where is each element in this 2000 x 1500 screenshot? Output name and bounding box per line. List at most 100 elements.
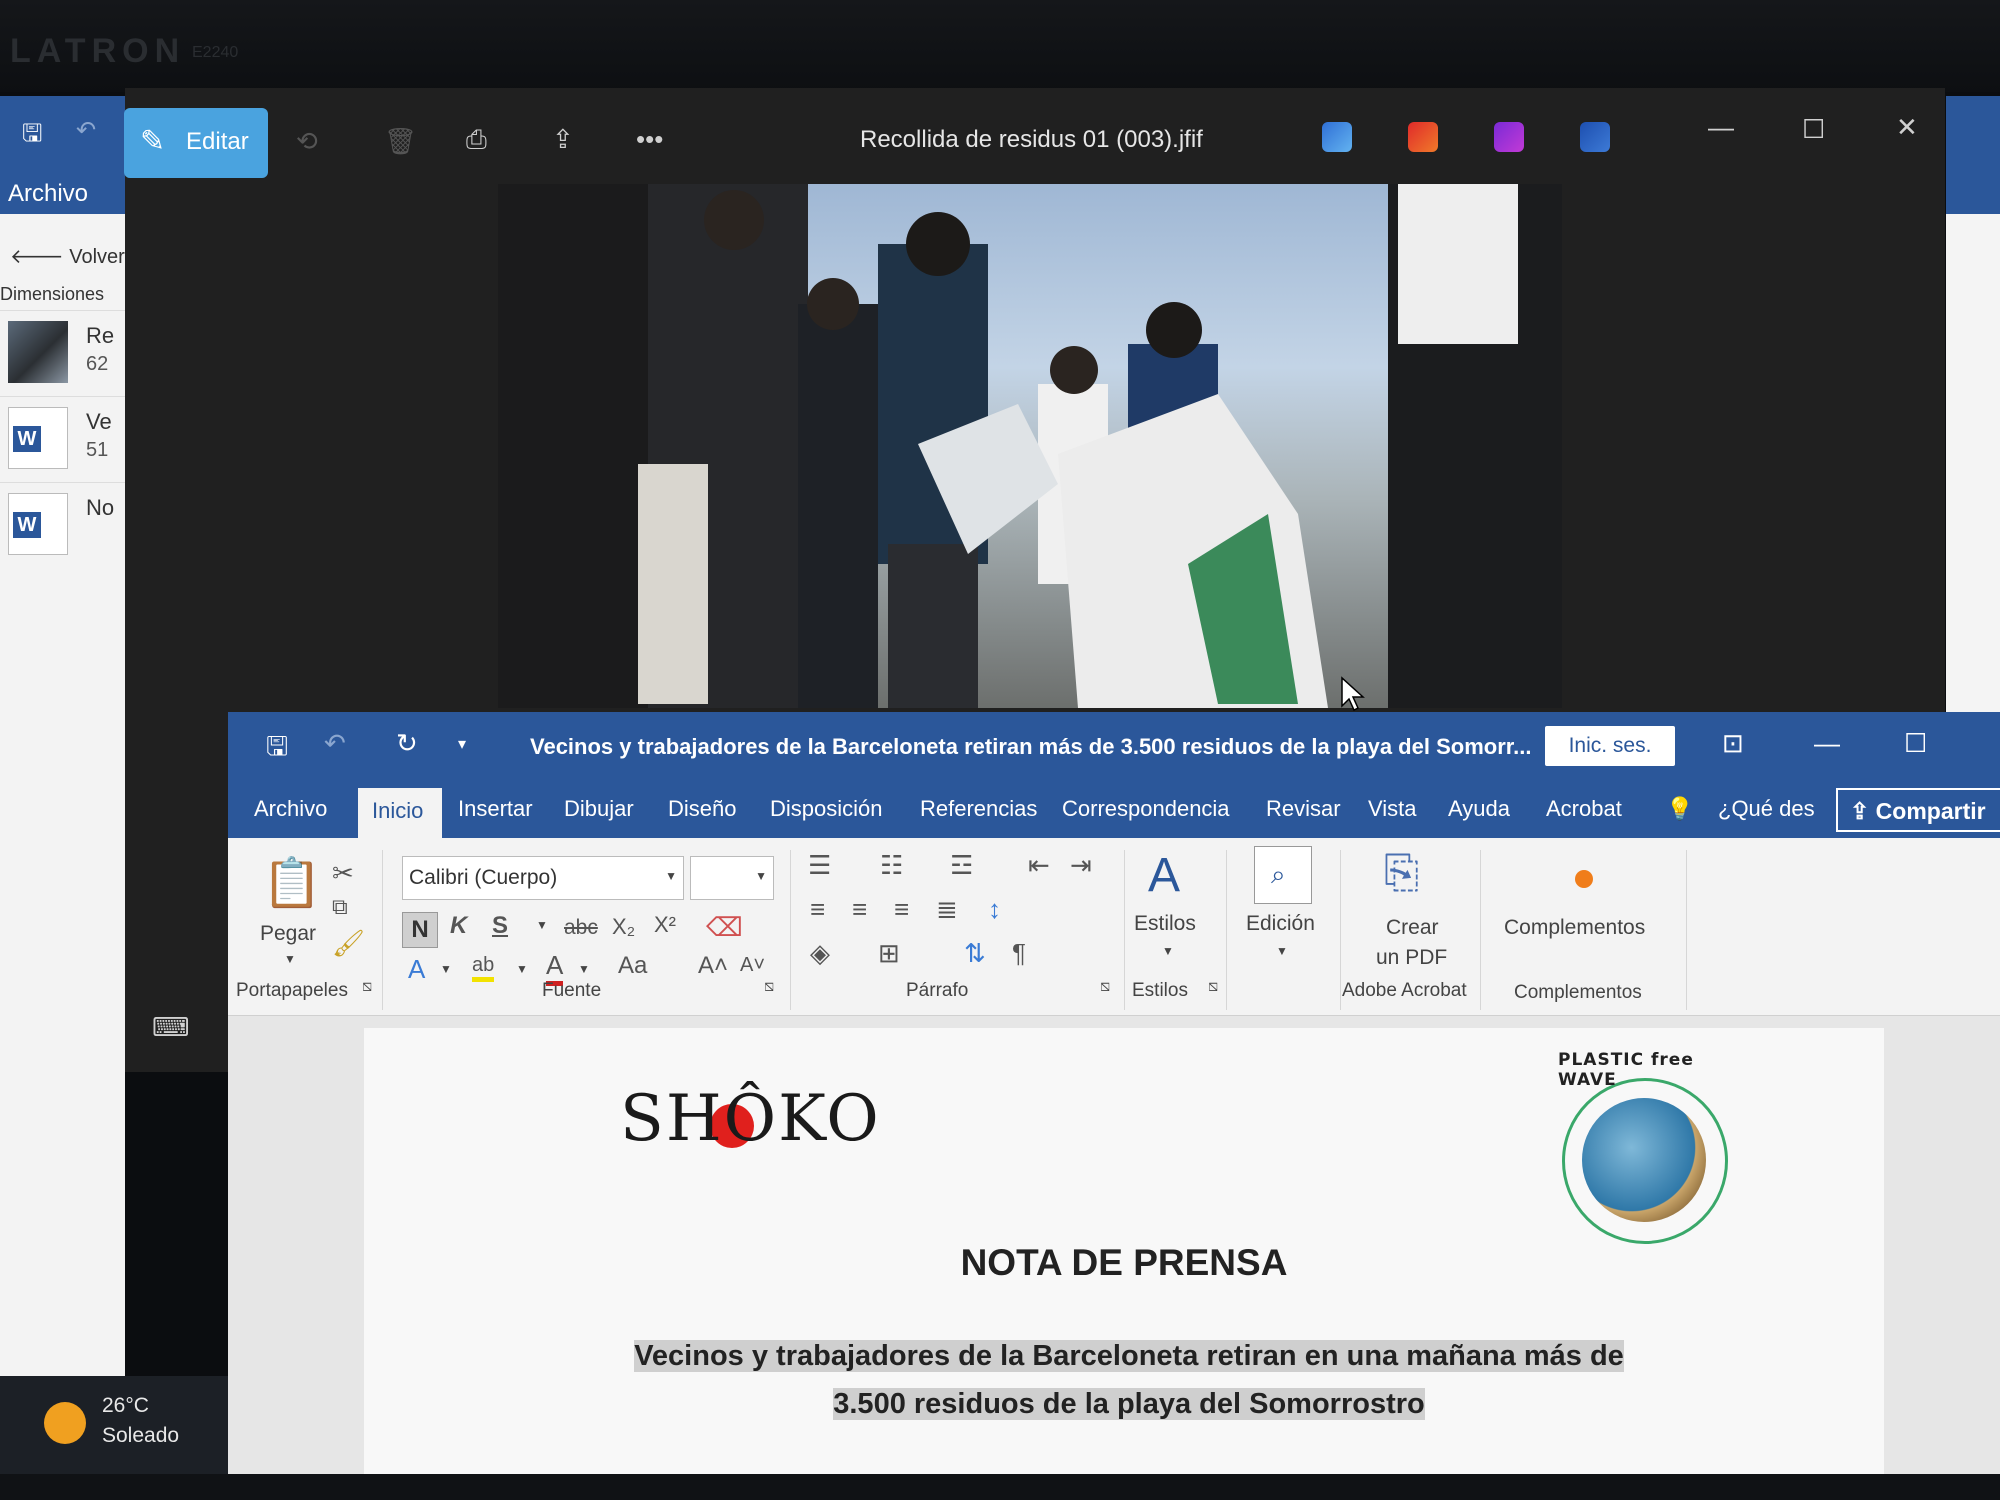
show-formatting-icon[interactable]: ¶ xyxy=(1012,938,1026,969)
chevron-down-icon[interactable]: ▼ xyxy=(440,962,452,976)
change-case-button[interactable]: Aa xyxy=(618,952,647,980)
press-release-subtitle: Vecinos y trabajadores de la Barceloneta… xyxy=(634,1340,1624,1420)
keyboard-icon[interactable]: ⌨ xyxy=(152,1012,190,1043)
tab-inicio[interactable]: Inicio xyxy=(358,788,442,838)
designer-app-icon[interactable] xyxy=(1322,122,1352,152)
paste-icon[interactable]: 📋 xyxy=(262,854,322,911)
italic-button[interactable]: K xyxy=(450,912,467,940)
clear-formatting-icon[interactable]: ⌫ xyxy=(706,912,743,943)
tab-ayuda[interactable]: Ayuda xyxy=(1448,796,1510,822)
recent-file-item[interactable]: W No xyxy=(0,482,125,564)
strikethrough-button[interactable]: abc xyxy=(564,916,598,940)
align-left-icon[interactable]: ≡ xyxy=(810,894,825,925)
chevron-down-icon[interactable]: ▼ xyxy=(516,962,528,976)
minimize-icon[interactable]: — xyxy=(1814,728,1840,759)
more-options-icon[interactable]: ••• xyxy=(636,124,663,155)
back-button[interactable]: 🡐 Volver xyxy=(10,244,125,269)
chevron-down-icon[interactable]: ▼ xyxy=(578,962,590,976)
format-painter-icon[interactable]: 🖌 xyxy=(332,928,365,959)
edit-button[interactable]: ✎ Editar xyxy=(124,108,268,178)
copy-icon[interactable]: ⧉ xyxy=(332,894,348,920)
photo-editor-app-icon[interactable] xyxy=(1408,122,1438,152)
delete-icon[interactable]: 🗑 xyxy=(384,126,417,157)
recent-file-item[interactable]: W Ve 51 xyxy=(0,396,125,478)
sign-in-button[interactable]: Inic. ses. xyxy=(1545,726,1675,766)
close-icon[interactable]: ✕ xyxy=(1896,112,1918,143)
undo-icon[interactable]: ↶ xyxy=(324,728,346,759)
multilevel-list-icon[interactable]: ☲ xyxy=(950,850,973,881)
tab-disposicion[interactable]: Disposición xyxy=(770,796,883,822)
chevron-down-icon[interactable]: ▼ xyxy=(1162,944,1174,958)
tell-me-search[interactable]: ¿Qué des xyxy=(1718,796,1815,822)
tab-dibujar[interactable]: Dibujar xyxy=(564,796,634,822)
recent-file-item[interactable]: Re 62 xyxy=(0,310,125,392)
tab-archivo[interactable]: Archivo xyxy=(254,796,327,822)
styles-icon[interactable]: A xyxy=(1148,848,1180,903)
dialog-launcher-icon[interactable]: ⧅ xyxy=(362,978,372,996)
share-button[interactable]: ⇪ Compartir xyxy=(1836,788,2000,832)
redo-icon[interactable]: ↻ xyxy=(396,728,418,759)
create-pdf-icon[interactable]: ⎘ xyxy=(1384,848,1419,898)
lightbulb-icon[interactable]: 💡 xyxy=(1666,796,1693,822)
share-icon[interactable]: ⇪ xyxy=(552,124,574,155)
align-center-icon[interactable]: ≡ xyxy=(852,894,867,925)
ribbon-display-icon[interactable]: ⊡ xyxy=(1722,728,1744,759)
tab-vista[interactable]: Vista xyxy=(1368,796,1417,822)
cut-icon[interactable]: ✂ xyxy=(332,858,354,889)
paste-dropdown-icon[interactable]: ▼ xyxy=(284,952,296,966)
justify-icon[interactable]: ≣ xyxy=(936,894,958,925)
text-effects-icon[interactable]: A xyxy=(408,954,425,985)
tab-insertar[interactable]: Insertar xyxy=(458,796,533,822)
dialog-launcher-icon[interactable]: ⧅ xyxy=(764,978,774,996)
highlight-icon[interactable]: ab xyxy=(472,954,495,982)
monitor-bezel-bottom xyxy=(0,1474,2000,1500)
save-icon[interactable]: 🖫 xyxy=(266,728,288,772)
minimize-icon[interactable]: — xyxy=(1708,112,1734,143)
decrease-indent-icon[interactable]: ⇤ xyxy=(1028,850,1050,881)
undo-icon[interactable]: ↶ xyxy=(76,116,96,145)
clipchamp-app-icon[interactable] xyxy=(1494,122,1524,152)
bold-button[interactable]: N xyxy=(402,912,438,948)
dialog-launcher-icon[interactable]: ⧅ xyxy=(1208,978,1218,996)
subscript-button[interactable]: X₂ xyxy=(612,914,635,940)
addins-button[interactable]: Complementos xyxy=(1504,916,1645,940)
chevron-down-icon[interactable]: ▼ xyxy=(1276,944,1288,958)
onedrive-icon[interactable] xyxy=(1580,122,1610,152)
maximize-icon[interactable]: ☐ xyxy=(1802,114,1825,145)
font-name-box[interactable]: Calibri (Cuerpo) ▼ xyxy=(402,856,684,900)
underline-button[interactable]: S xyxy=(492,912,508,940)
background-archivo-tab[interactable]: Archivo xyxy=(8,180,88,208)
weather-widget[interactable]: 26°C Soleado xyxy=(0,1376,240,1474)
rotate-icon[interactable]: ⟲ xyxy=(296,126,318,157)
paste-button[interactable]: Pegar xyxy=(260,922,316,946)
tab-acrobat[interactable]: Acrobat xyxy=(1546,796,1622,822)
document-page[interactable]: SHÔKO PLASTIC free WAVE NOTA DE PRENSA V… xyxy=(364,1028,1884,1474)
create-pdf-button[interactable]: Crear xyxy=(1386,916,1439,940)
tab-correspondencia[interactable]: Correspondencia xyxy=(1062,796,1230,822)
dialog-launcher-icon[interactable]: ⧅ xyxy=(1100,978,1110,996)
borders-icon[interactable]: ⊞ xyxy=(878,938,900,969)
line-spacing-icon[interactable]: ↕ xyxy=(988,894,1001,925)
edit-image-icon: ✎ xyxy=(140,125,166,158)
superscript-button[interactable]: X² xyxy=(654,912,676,938)
editing-button[interactable]: Edición xyxy=(1246,912,1315,936)
print-icon[interactable]: ⎙ xyxy=(466,124,487,156)
align-right-icon[interactable]: ≡ xyxy=(894,894,909,925)
tab-revisar[interactable]: Revisar xyxy=(1266,796,1341,822)
chevron-down-icon[interactable]: ▼ xyxy=(536,918,548,932)
bullets-icon[interactable]: ☰ xyxy=(808,850,831,881)
grow-font-button[interactable]: A˄ xyxy=(698,952,728,980)
increase-indent-icon[interactable]: ⇥ xyxy=(1070,850,1092,881)
search-icon[interactable]: ⌕ xyxy=(1254,846,1312,904)
numbering-icon[interactable]: ☷ xyxy=(880,850,903,881)
tab-diseno[interactable]: Diseño xyxy=(668,796,736,822)
styles-button[interactable]: Estilos xyxy=(1134,912,1196,936)
maximize-icon[interactable]: ☐ xyxy=(1904,728,1927,759)
customize-toolbar-icon[interactable]: ▾ xyxy=(458,734,466,754)
shading-icon[interactable]: ◈ xyxy=(810,938,830,969)
save-icon[interactable]: 🖫 xyxy=(22,116,42,157)
tab-referencias[interactable]: Referencias xyxy=(920,796,1037,822)
shrink-font-button[interactable]: A˅ xyxy=(740,954,765,977)
font-size-box[interactable]: ▼ xyxy=(690,856,774,900)
sort-icon[interactable]: ⇅ xyxy=(964,938,986,969)
